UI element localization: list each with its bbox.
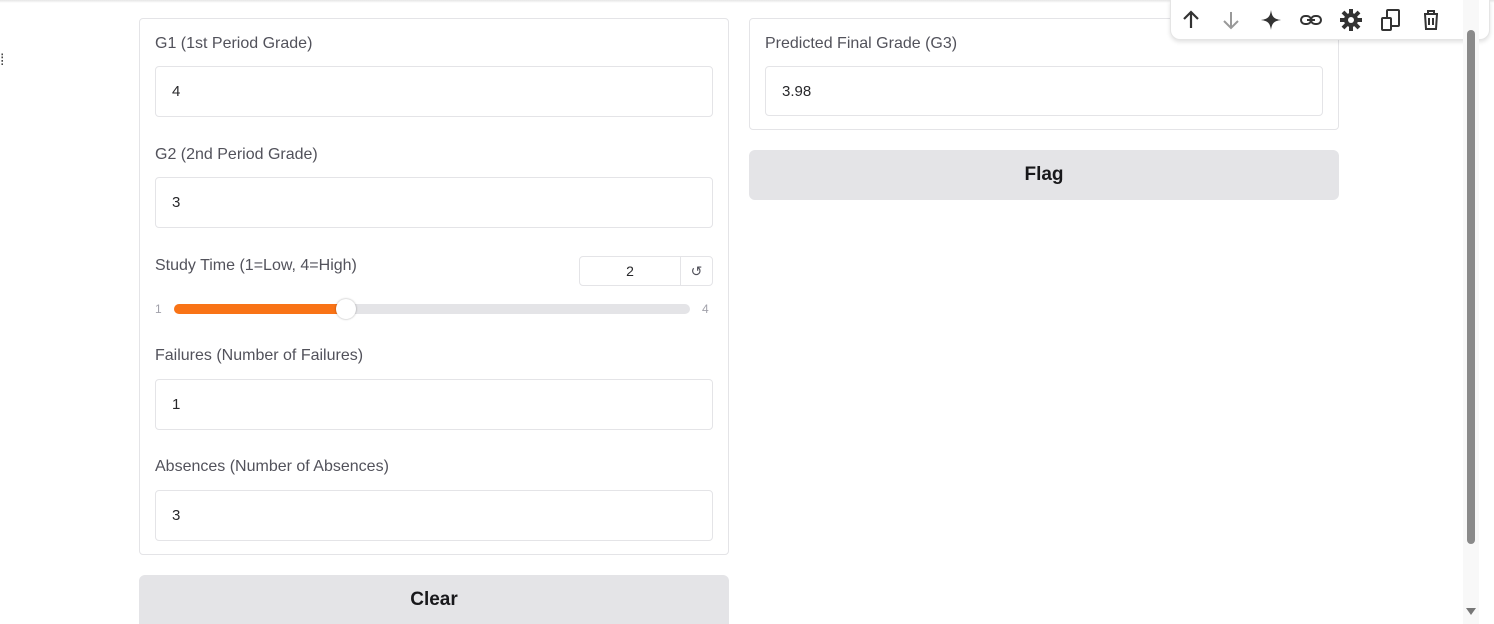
scroll-down-arrow-icon[interactable] [1465, 604, 1477, 618]
study-time-label: Study Time (1=Low, 4=High) [155, 257, 357, 274]
transform-icon[interactable] [1379, 8, 1403, 32]
sparkle-icon[interactable] [1259, 8, 1283, 32]
absences-input[interactable] [155, 490, 713, 541]
flag-button[interactable]: Flag [749, 150, 1339, 200]
failures-input[interactable] [155, 379, 713, 430]
trash-icon[interactable] [1419, 8, 1443, 32]
link-icon[interactable] [1299, 8, 1323, 32]
slider-thumb[interactable] [335, 299, 356, 319]
g1-label: G1 (1st Period Grade) [155, 35, 313, 52]
scrollbar-thumb[interactable] [1467, 30, 1475, 544]
vertical-scrollbar[interactable] [1463, 0, 1479, 624]
arrow-down-icon[interactable] [1219, 8, 1243, 32]
cell-toolbar [1170, 0, 1490, 40]
arrow-up-icon[interactable] [1179, 8, 1203, 32]
reset-icon[interactable]: ↺ [681, 257, 712, 285]
absences-label: Absences (Number of Absences) [155, 458, 389, 475]
prediction-output [765, 66, 1323, 116]
slider-max-label: 4 [702, 302, 709, 316]
g2-label: G2 (2nd Period Grade) [155, 146, 318, 163]
study-time-number-box: 2 ↺ [579, 256, 713, 286]
gear-icon[interactable] [1339, 8, 1363, 32]
failures-label: Failures (Number of Failures) [155, 347, 364, 364]
g1-input[interactable] [155, 66, 713, 117]
prediction-label: Predicted Final Grade (G3) [765, 35, 958, 52]
g2-input[interactable] [155, 177, 713, 228]
study-time-slider[interactable] [174, 299, 690, 319]
collapse-handle-icon[interactable]: ⁞ [0, 50, 10, 72]
slider-min-label: 1 [155, 302, 162, 316]
clear-button[interactable]: Clear [139, 575, 729, 624]
study-time-number-input[interactable]: 2 [580, 257, 681, 285]
slider-fill [174, 304, 346, 314]
